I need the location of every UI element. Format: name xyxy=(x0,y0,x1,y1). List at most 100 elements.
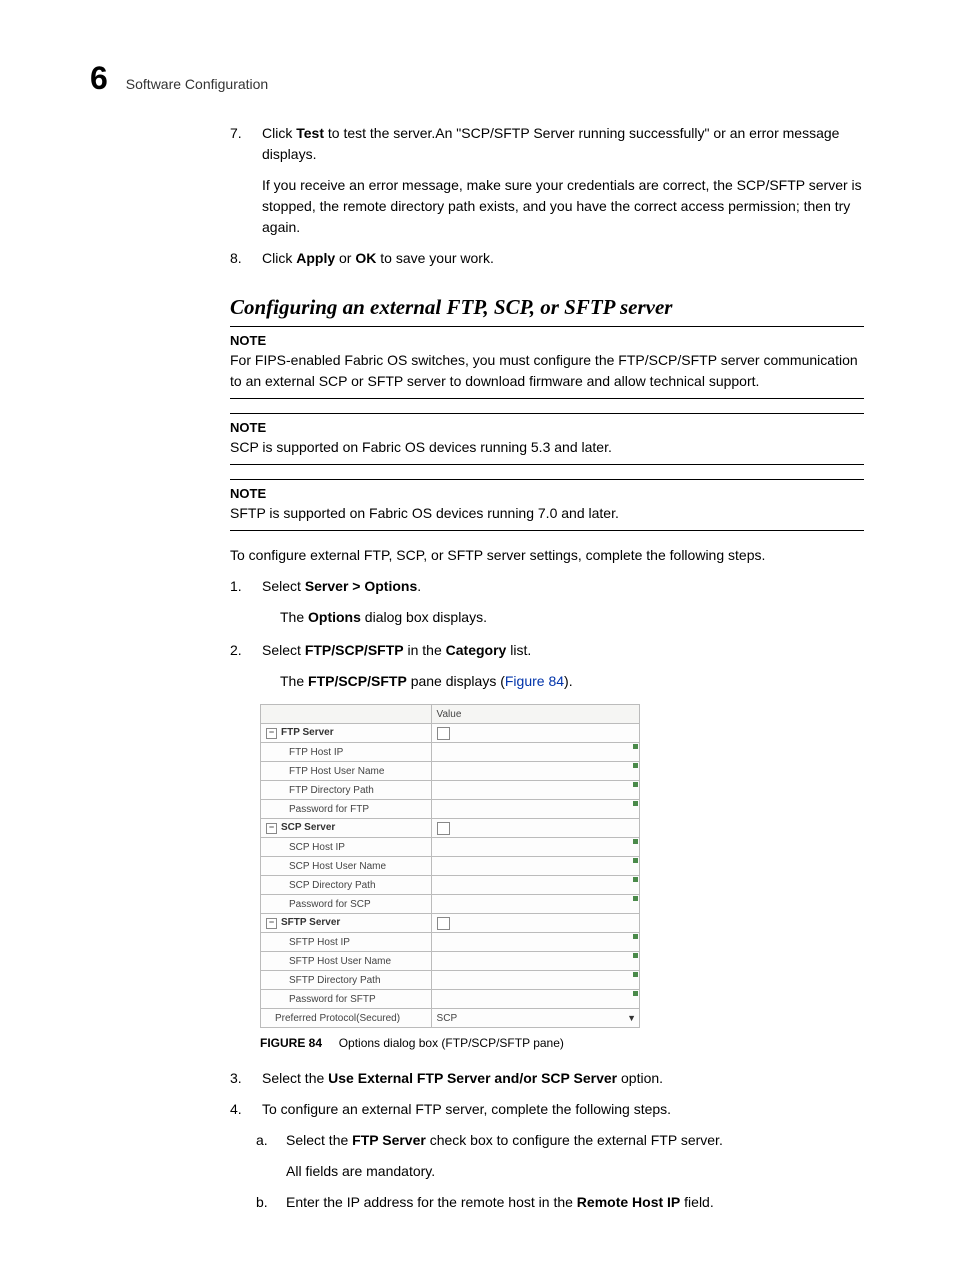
sub-bold: Options xyxy=(308,609,361,625)
step-text: to save your work. xyxy=(376,250,494,266)
sub-bold: FTP/SCP/SFTP xyxy=(308,673,407,689)
section-label: SFTP Server xyxy=(281,917,340,928)
step-8: 8. Click Apply or OK to save your work. xyxy=(230,248,864,269)
step-text: or xyxy=(335,250,355,266)
sftp-server-checkbox[interactable] xyxy=(437,917,450,930)
sub-letter: b. xyxy=(256,1192,272,1213)
step-text: Click xyxy=(262,250,296,266)
step-bold: Test xyxy=(296,125,324,141)
field-label: SFTP Host IP xyxy=(261,933,432,952)
ftp-host-ip-input[interactable] xyxy=(431,743,639,762)
note-body: SFTP is supported on Fabric OS devices r… xyxy=(230,503,864,524)
sub-bold: FTP Server xyxy=(352,1132,426,1148)
step-text: option. xyxy=(617,1070,663,1086)
scp-server-checkbox[interactable] xyxy=(437,822,450,835)
sub-text: field. xyxy=(680,1194,713,1210)
step-number: 1. xyxy=(230,576,248,597)
sub-text: Enter the IP address for the remote host… xyxy=(286,1194,577,1210)
note-label: NOTE xyxy=(230,486,864,501)
sftp-user-input[interactable] xyxy=(431,952,639,971)
chapter-number: 6 xyxy=(90,60,108,97)
step-text: Select xyxy=(262,642,305,658)
sub-text: ). xyxy=(564,673,573,689)
sub-text: The xyxy=(280,609,308,625)
sub-letter: a. xyxy=(256,1130,272,1151)
intro-paragraph: To configure external FTP, SCP, or SFTP … xyxy=(230,545,864,566)
step-1-sub: The Options dialog box displays. xyxy=(280,607,864,628)
section-heading: Configuring an external FTP, SCP, or SFT… xyxy=(230,295,864,320)
preferred-protocol-label: Preferred Protocol(Secured) xyxy=(261,1009,432,1028)
horizontal-rule xyxy=(230,326,864,327)
step-number: 2. xyxy=(230,640,248,661)
ftp-scp-sftp-table: Value −FTP Server FTP Host IP FTP Host U… xyxy=(260,704,640,1028)
scp-dir-input[interactable] xyxy=(431,876,639,895)
step-3: 3. Select the Use External FTP Server an… xyxy=(230,1068,864,1089)
step-number: 4. xyxy=(230,1099,248,1120)
field-label: SFTP Directory Path xyxy=(261,971,432,990)
step-2-sub: The FTP/SCP/SFTP pane displays (Figure 8… xyxy=(280,671,864,692)
step-bold: Apply xyxy=(296,250,335,266)
step-text: to test the server.An "SCP/SFTP Server r… xyxy=(262,125,839,162)
scp-host-ip-input[interactable] xyxy=(431,838,639,857)
sub-text: pane displays ( xyxy=(407,673,505,689)
step-text: in the xyxy=(404,642,446,658)
sub-text: The xyxy=(280,673,308,689)
value-column-header: Value xyxy=(431,705,639,724)
step-number: 3. xyxy=(230,1068,248,1089)
preferred-protocol-dropdown[interactable]: SCP ▼ xyxy=(431,1009,639,1028)
step-4a-sub: All fields are mandatory. xyxy=(286,1161,864,1182)
ftp-user-input[interactable] xyxy=(431,762,639,781)
step-number: 7. xyxy=(230,123,248,144)
horizontal-rule xyxy=(230,464,864,465)
sftp-host-ip-input[interactable] xyxy=(431,933,639,952)
step-text: Click xyxy=(262,125,296,141)
figure-number: FIGURE 84 xyxy=(260,1036,322,1050)
field-label: FTP Directory Path xyxy=(261,781,432,800)
collapse-icon[interactable]: − xyxy=(266,823,277,834)
ftp-dir-input[interactable] xyxy=(431,781,639,800)
figure-link[interactable]: Figure 84 xyxy=(505,673,564,689)
sftp-dir-input[interactable] xyxy=(431,971,639,990)
ftp-server-checkbox[interactable] xyxy=(437,727,450,740)
figure-84: Value −FTP Server FTP Host IP FTP Host U… xyxy=(260,704,864,1028)
horizontal-rule xyxy=(230,479,864,480)
step-bold: Category xyxy=(446,642,507,658)
section-label: SCP Server xyxy=(281,822,335,833)
field-label: Password for SFTP xyxy=(261,990,432,1009)
sub-text: check box to configure the external FTP … xyxy=(426,1132,723,1148)
note-label: NOTE xyxy=(230,333,864,348)
step-text: To configure an external FTP server, com… xyxy=(262,1101,671,1117)
field-label: SCP Host IP xyxy=(261,838,432,857)
step-text: . xyxy=(417,578,421,594)
sub-text: dialog box displays. xyxy=(361,609,487,625)
chapter-title: Software Configuration xyxy=(126,76,268,92)
page-header: 6 Software Configuration xyxy=(90,60,864,97)
collapse-icon[interactable]: − xyxy=(266,918,277,929)
step-bold: Use External FTP Server and/or SCP Serve… xyxy=(328,1070,617,1086)
scp-user-input[interactable] xyxy=(431,857,639,876)
scp-pass-input[interactable] xyxy=(431,895,639,914)
sub-text: Select the xyxy=(286,1132,352,1148)
horizontal-rule xyxy=(230,413,864,414)
chevron-down-icon: ▼ xyxy=(627,1013,636,1023)
field-label: Password for SCP xyxy=(261,895,432,914)
field-label: Password for FTP xyxy=(261,800,432,819)
step-4b: b. Enter the IP address for the remote h… xyxy=(256,1192,864,1213)
collapse-icon[interactable]: − xyxy=(266,728,277,739)
preferred-protocol-value: SCP xyxy=(437,1013,458,1024)
step-text: Select xyxy=(262,578,305,594)
step-7: 7. Click Test to test the server.An "SCP… xyxy=(230,123,864,238)
step-4: 4. To configure an external FTP server, … xyxy=(230,1099,864,1120)
note-body: For FIPS-enabled Fabric OS switches, you… xyxy=(230,350,864,392)
step-text: Select the xyxy=(262,1070,328,1086)
step-bold: OK xyxy=(355,250,376,266)
figure-caption: FIGURE 84 Options dialog box (FTP/SCP/SF… xyxy=(260,1036,864,1050)
field-label: SCP Directory Path xyxy=(261,876,432,895)
ftp-pass-input[interactable] xyxy=(431,800,639,819)
step-number: 8. xyxy=(230,248,248,269)
step-para: If you receive an error message, make su… xyxy=(262,175,864,238)
field-label: SCP Host User Name xyxy=(261,857,432,876)
figure-caption-text: Options dialog box (FTP/SCP/SFTP pane) xyxy=(339,1036,564,1050)
sftp-pass-input[interactable] xyxy=(431,990,639,1009)
step-4a: a. Select the FTP Server check box to co… xyxy=(256,1130,864,1151)
